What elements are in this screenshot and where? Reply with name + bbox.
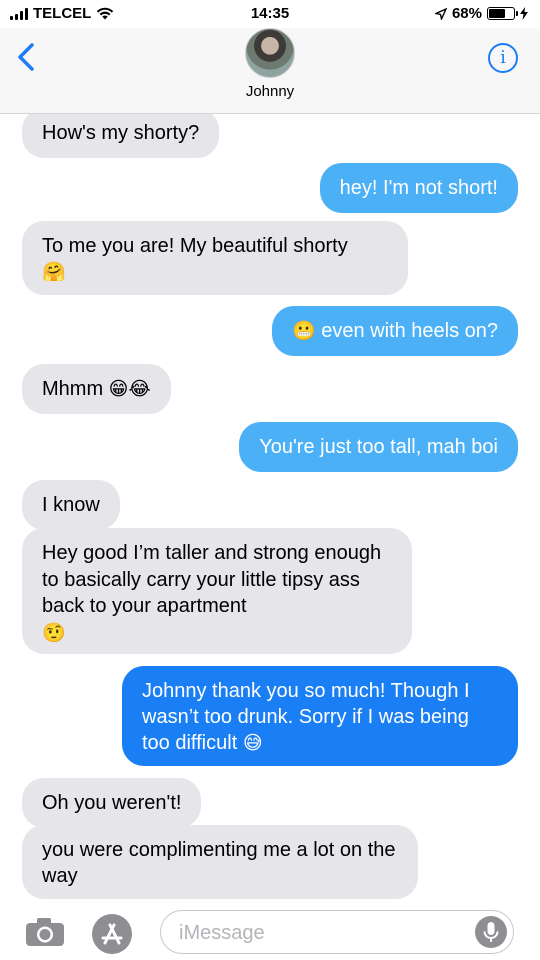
message-bubble-outgoing[interactable]: hey! I'm not short! — [319, 163, 518, 213]
microphone-icon[interactable] — [475, 916, 507, 948]
message-bubble-incoming[interactable]: To me you are! My beautiful shorty 🤗 — [22, 221, 408, 295]
message-text: Mhmm — [42, 378, 109, 400]
compose-bar: iMessage — [0, 904, 540, 960]
message-input-placeholder: iMessage — [179, 922, 265, 944]
app-store-icon[interactable] — [92, 914, 132, 954]
message-bubble-outgoing[interactable]: 😬 even with heels on? — [271, 306, 518, 356]
conversation-header: Johnny i — [0, 28, 540, 114]
contact-name[interactable]: Johnny — [0, 83, 540, 100]
message-bubble-outgoing[interactable]: Johnny thank you so much! Though I wasn’… — [122, 666, 518, 766]
message-text: I know — [42, 494, 100, 516]
message-text: To me you are! My beautiful shorty — [42, 235, 348, 257]
camera-icon[interactable] — [24, 916, 66, 948]
message-bubble-incoming[interactable]: Hey good I’m taller and strong enough to… — [22, 528, 412, 654]
status-bar: TELCEL 14:35 68% — [0, 0, 540, 28]
message-bubble-incoming[interactable]: Oh you weren't! — [22, 778, 202, 828]
message-bubble-incoming[interactable]: you were complimenting me a lot on the w… — [22, 825, 418, 899]
sweat-smile-emoji: 😅 — [242, 732, 263, 754]
hug-emoji: 🤗 — [42, 261, 66, 283]
message-bubble-outgoing[interactable]: You're just too tall, mah boi — [239, 422, 518, 472]
raised-eyebrow-emoji: 🤨 — [42, 621, 66, 644]
message-text: you were complimenting me a lot on the w… — [42, 839, 396, 887]
message-text: Hey good I’m taller and strong enough to… — [42, 542, 382, 617]
grimace-emoji: 😬 — [291, 320, 316, 342]
chevron-left-icon[interactable] — [14, 42, 38, 72]
battery-percent: 68% — [451, 5, 482, 22]
message-text: even with heels on? — [315, 320, 498, 342]
battery-icon — [487, 7, 518, 20]
message-text: Oh you weren't! — [42, 792, 182, 814]
charging-icon — [520, 7, 528, 20]
message-bubble-incoming[interactable]: How's my shorty? — [22, 114, 220, 158]
message-text: Johnny thank you so much! Though I wasn’… — [142, 680, 470, 754]
message-input[interactable]: iMessage — [160, 910, 514, 954]
battery-group: 68% — [434, 5, 528, 22]
message-bubble-incoming[interactable]: I know — [22, 480, 120, 530]
laughing-emoji: 😁😂 — [108, 378, 151, 400]
message-text: hey! I'm not short! — [339, 177, 498, 199]
message-text: How's my shorty? — [42, 122, 200, 144]
location-icon — [434, 7, 447, 20]
message-text: You're just too tall, mah boi — [259, 436, 498, 458]
message-list: How's my shorty? hey! I'm not short! To … — [0, 114, 540, 904]
avatar[interactable] — [245, 28, 295, 78]
info-icon[interactable]: i — [488, 43, 518, 73]
message-bubble-incoming[interactable]: Mhmm 😁😂 — [22, 364, 171, 414]
